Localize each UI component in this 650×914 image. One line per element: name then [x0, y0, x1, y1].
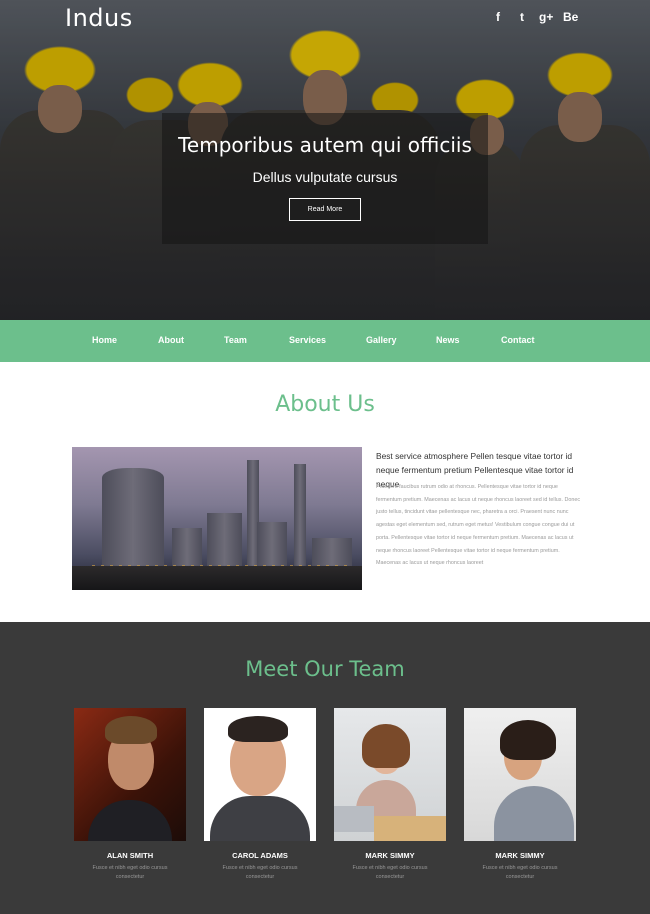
team-member-card[interactable]: CAROL ADAMS Fusce et nibh eget odio curs… [204, 708, 316, 882]
avatar-body [494, 786, 574, 841]
read-more-button[interactable]: Read More [289, 198, 361, 221]
team-member-card[interactable]: ALAN SMITH Fusce et nibh eget odio cursu… [74, 708, 186, 882]
hero-subtitle: Dellus vulputate cursus [252, 169, 398, 185]
team-member-card[interactable]: MARK SIMMY Fusce et nibh eget odio cursu… [334, 708, 446, 882]
hero-title: Temporibus autem qui officiis [178, 133, 472, 157]
avatar [74, 708, 186, 841]
cooling-tower [102, 468, 164, 568]
avatar-body [210, 796, 310, 841]
avatar [464, 708, 576, 841]
table [374, 816, 446, 841]
nav-item-about[interactable]: About [158, 335, 184, 345]
google-plus-icon[interactable]: g+ [539, 10, 553, 24]
team-section: Meet Our Team ALAN SMITH Fusce et nibh e… [0, 622, 650, 914]
plant-building [312, 538, 352, 568]
plant-building [207, 513, 242, 568]
nav-item-contact[interactable]: Contact [501, 335, 535, 345]
facebook-icon[interactable]: f [491, 10, 505, 24]
nav-item-team[interactable]: Team [224, 335, 247, 345]
twitter-icon[interactable]: t [515, 10, 529, 24]
plant-building [172, 528, 202, 568]
member-name: ALAN SMITH [106, 851, 154, 860]
laptop [334, 806, 374, 832]
nav-item-home[interactable]: Home [92, 335, 117, 345]
avatar-body [88, 800, 172, 841]
team-member-card[interactable]: MARK SIMMY Fusce et nibh eget odio cursu… [464, 708, 576, 882]
member-description: Fusce et nibh eget odio cursus consectet… [352, 865, 428, 880]
social-links: f t g+ Be [491, 10, 578, 24]
site-logo[interactable]: Indus [65, 4, 133, 32]
hero-banner: Indus f t g+ Be Temporibus autem qui off… [0, 0, 650, 320]
avatar-hair [228, 716, 288, 742]
power-plant-image [72, 447, 362, 590]
behance-icon[interactable]: Be [563, 10, 578, 24]
chimney [294, 464, 306, 568]
member-name: CAROL ADAMS [232, 851, 288, 860]
avatar-hair [105, 716, 157, 744]
hero-caption: Temporibus autem qui officiis Dellus vul… [162, 113, 488, 244]
avatar [204, 708, 316, 841]
avatar-hair [362, 724, 410, 768]
about-body: Praesent faucibus rutrum odio at rhoncus… [376, 484, 581, 567]
avatar-hair [500, 720, 556, 760]
top-bar: Indus f t g+ Be [0, 0, 650, 38]
about-title: About Us [275, 392, 375, 417]
team-title: Meet Our Team [245, 657, 405, 681]
nav-item-news[interactable]: News [436, 335, 460, 345]
main-nav: Home About Team Services Gallery News Co… [0, 320, 650, 362]
member-description: Fusce et nibh eget odio cursus consectet… [92, 865, 168, 880]
avatar [334, 708, 446, 841]
ground [72, 566, 362, 590]
member-description: Fusce et nibh eget odio cursus consectet… [482, 865, 558, 880]
nav-item-services[interactable]: Services [289, 335, 326, 345]
member-description: Fusce et nibh eget odio cursus consectet… [222, 865, 298, 880]
plant-building [257, 522, 287, 568]
member-name: MARK SIMMY [495, 851, 545, 860]
about-section: About Us Best service atmosphere Pellen … [0, 362, 650, 622]
member-name: MARK SIMMY [365, 851, 415, 860]
nav-item-gallery[interactable]: Gallery [366, 335, 397, 345]
